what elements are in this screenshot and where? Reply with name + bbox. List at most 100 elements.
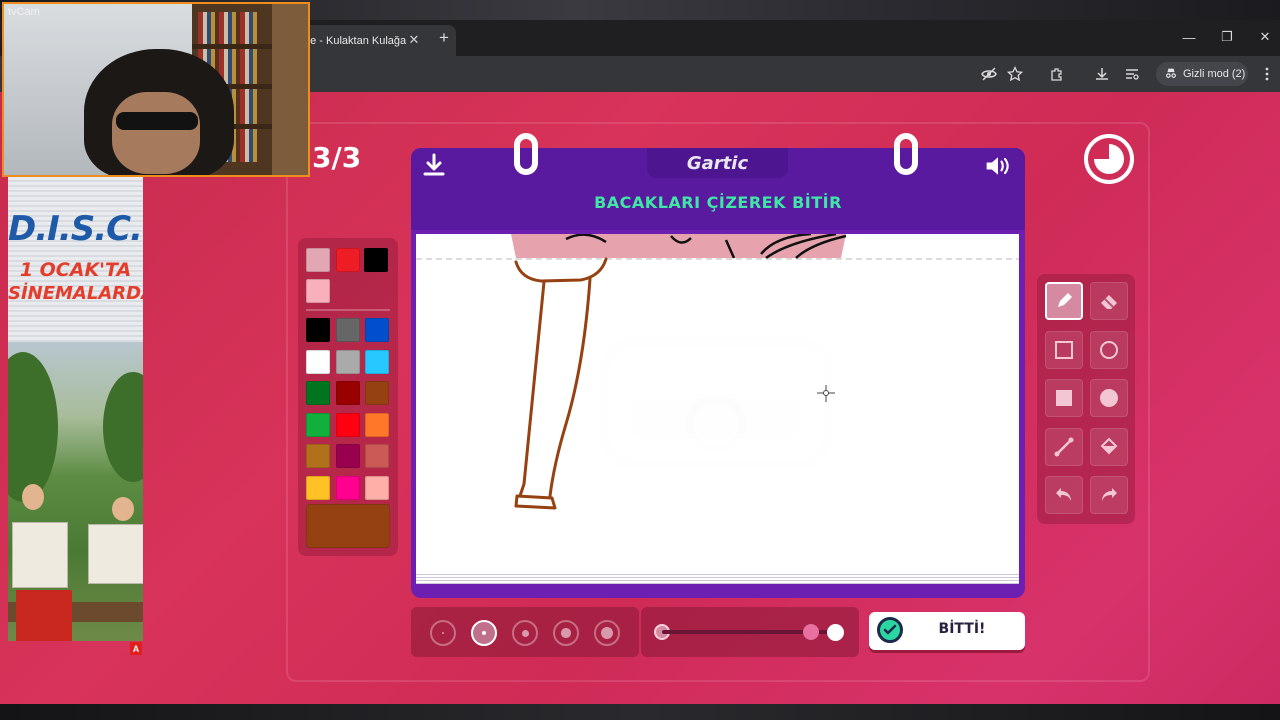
pencil-tool[interactable] — [1045, 282, 1083, 320]
timer-fill — [1094, 144, 1124, 174]
incognito-badge[interactable]: Gizli mod (2) — [1156, 62, 1248, 86]
color-swatch[interactable] — [306, 381, 330, 405]
ellipse-fill-tool[interactable] — [1090, 379, 1128, 417]
color-swatch[interactable] — [365, 381, 389, 405]
tab-search-icon[interactable] — [1121, 63, 1143, 85]
gartic-phone-watermark — [604, 342, 829, 464]
circle-outline-icon — [1098, 339, 1120, 361]
color-swatch[interactable] — [335, 349, 360, 374]
ad-choices-badge[interactable]: A — [130, 642, 142, 655]
check-icon — [877, 617, 903, 643]
color-swatch[interactable] — [306, 475, 330, 500]
color-swatch[interactable] — [365, 475, 389, 500]
color-swatch[interactable] — [364, 248, 388, 272]
webcam-label: tvCam — [8, 6, 40, 18]
tree-shape — [8, 352, 58, 502]
notebook-ring — [514, 133, 538, 175]
extensions-icon[interactable] — [1046, 63, 1068, 85]
color-swatch[interactable] — [365, 412, 389, 437]
menu-icon[interactable] — [1256, 63, 1278, 85]
redo-tool[interactable] — [1090, 476, 1128, 514]
undo-tool[interactable] — [1045, 476, 1083, 514]
ad-subtitle: SİNEMALARDA — [8, 283, 143, 304]
new-tab-button[interactable]: + — [434, 28, 454, 48]
brush-size-option[interactable] — [594, 620, 620, 646]
palette-divider — [306, 309, 390, 311]
sound-icon[interactable] — [982, 152, 1014, 180]
ad-date: 1 OCAK'TA — [19, 259, 132, 281]
color-swatch[interactable] — [335, 475, 360, 500]
color-swatch[interactable] — [306, 248, 330, 272]
current-color-swatch[interactable] — [306, 504, 390, 548]
gartic-logo: Gartic — [647, 148, 788, 178]
browser-tab[interactable]: ne - Kulaktan Kulağa — [292, 25, 456, 56]
webcam-overlay: tvCam — [2, 2, 310, 177]
newspaper-shape — [88, 524, 143, 584]
eraser-icon — [1098, 290, 1120, 312]
color-swatch[interactable] — [365, 318, 389, 342]
actor-head — [22, 484, 44, 510]
drawing-canvas[interactable] — [416, 234, 1019, 572]
streamer-sunglasses — [116, 112, 198, 130]
incognito-icon — [1164, 66, 1178, 83]
rectangle-fill-tool[interactable] — [1045, 379, 1083, 417]
circle-fill-icon — [1098, 387, 1120, 409]
tab-close-icon[interactable]: ✕ — [404, 30, 424, 50]
done-button-label: BİTTİ! — [938, 621, 986, 637]
shelf-board — [192, 44, 272, 49]
brush-size-option[interactable] — [471, 620, 497, 646]
leg-left-stroke — [518, 280, 546, 498]
newspaper-shape — [12, 522, 68, 588]
star-icon[interactable] — [1004, 63, 1026, 85]
color-swatch[interactable] — [306, 318, 330, 342]
notebook-ring — [894, 133, 918, 175]
ad-title: D.I.S.C.O. — [8, 209, 143, 249]
round-counter: 3/3 — [312, 141, 362, 174]
color-swatch[interactable] — [335, 381, 360, 405]
color-swatch[interactable] — [335, 318, 360, 342]
color-swatch[interactable] — [306, 349, 330, 374]
drawing-svg — [416, 234, 1019, 510]
color-swatch[interactable] — [306, 412, 330, 437]
color-swatch[interactable] — [306, 279, 330, 303]
square-fill-icon — [1053, 387, 1075, 409]
opacity-max-dot — [827, 624, 844, 641]
brush-size-option[interactable] — [553, 620, 579, 646]
color-swatch[interactable] — [335, 444, 360, 468]
color-swatch[interactable] — [336, 248, 360, 272]
restore-button[interactable]: ❐ — [1214, 26, 1240, 48]
webcam-door — [272, 4, 308, 175]
line-icon — [1053, 436, 1075, 458]
ellipse-outline-tool[interactable] — [1090, 330, 1128, 369]
notebook-paper-edge — [416, 572, 1019, 584]
leg-hip-stroke — [514, 257, 608, 283]
ad-photo — [8, 342, 143, 641]
screen: ne - Kulaktan Kulağa ✕ + — ❐ ✕ Gizli mod… — [0, 0, 1280, 720]
eraser-tool[interactable] — [1090, 282, 1128, 320]
tree-shape — [103, 372, 143, 482]
line-tool[interactable] — [1045, 427, 1083, 466]
actor-head — [112, 497, 134, 521]
leg-right-stroke — [548, 277, 592, 498]
fill-bucket-tool[interactable] — [1090, 427, 1128, 466]
rectangle-outline-tool[interactable] — [1045, 330, 1083, 369]
opacity-slider-knob[interactable] — [802, 624, 819, 640]
download-icon[interactable] — [1091, 63, 1113, 85]
brush-size-option[interactable] — [512, 620, 538, 646]
color-swatch[interactable] — [365, 349, 389, 374]
incognito-label: Gizli mod (2) — [1183, 68, 1246, 80]
close-window-button[interactable]: ✕ — [1252, 26, 1278, 48]
download-drawing-icon[interactable] — [420, 151, 448, 179]
foot-stroke — [514, 494, 557, 510]
previous-drawing-body — [511, 234, 846, 258]
color-swatch[interactable] — [335, 412, 360, 437]
brush-size-option[interactable] — [430, 620, 456, 646]
desktop-bottom-strip — [0, 704, 1280, 720]
minimize-button[interactable]: — — [1176, 26, 1202, 48]
movie-ad[interactable]: D.I.S.C.O. 1 OCAK'TA SİNEMALARDA — [8, 177, 143, 641]
color-swatch[interactable] — [306, 444, 330, 468]
eye-off-icon[interactable] — [978, 63, 1000, 85]
streamer-face — [112, 92, 200, 174]
actor-pants — [16, 590, 72, 641]
color-swatch[interactable] — [365, 444, 389, 468]
